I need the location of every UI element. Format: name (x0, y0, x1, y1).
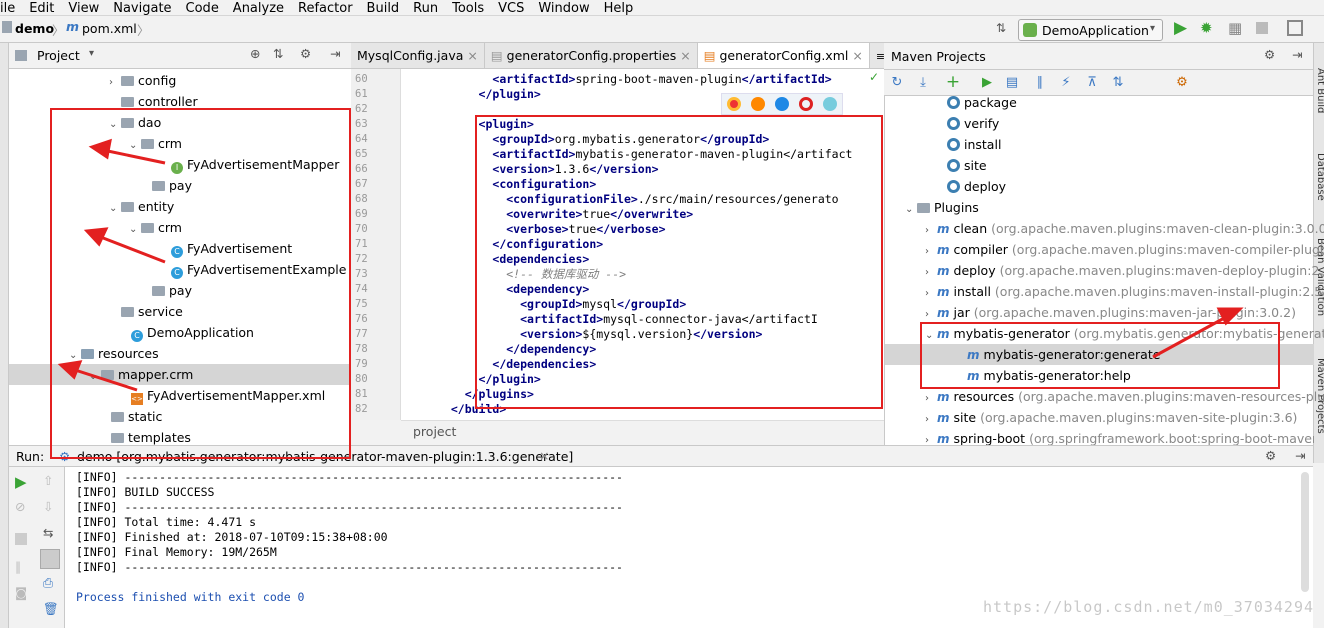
arrow-to-mapper-crm (71, 367, 138, 392)
arrow-to-entity-crm (97, 234, 166, 264)
annotation-arrows (57, 138, 1244, 392)
arrow-to-generate-goal (1152, 314, 1229, 359)
arrow-head (57, 360, 83, 380)
arrow-to-dao-crm (102, 148, 166, 165)
arrow-head (83, 227, 109, 247)
arrow-head (88, 138, 112, 160)
